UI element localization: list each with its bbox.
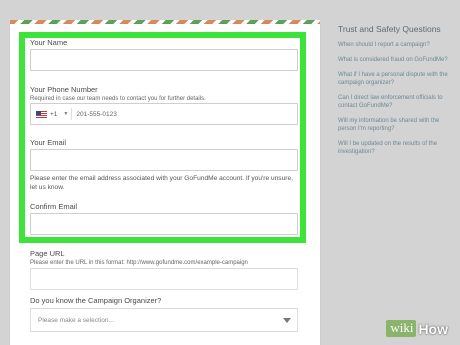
sidebar-title: Trust and Safety Questions: [338, 24, 441, 34]
organizer-label: Do you know the Campaign Organizer?: [30, 296, 162, 305]
dropdown-arrow-icon[interactable]: [283, 318, 291, 323]
sidebar-link-fraud[interactable]: What is considered fraud on GoFundMe?: [338, 56, 456, 64]
highlight-box: [19, 32, 306, 243]
watermark-how: How: [418, 320, 448, 337]
watermark-wiki: wiki: [386, 320, 417, 337]
organizer-select[interactable]: Please make a selection...: [30, 308, 298, 332]
organizer-select-value: Please make a selection...: [38, 316, 114, 324]
trust-safety-sidebar: Trust and Safety Questions When should I…: [338, 24, 456, 163]
page-url-help: Please enter the URL in this format: htt…: [30, 260, 248, 266]
sidebar-link-updates[interactable]: Will I be updated on the results of the …: [338, 140, 456, 156]
sidebar-link-report[interactable]: When should I report a campaign?: [338, 41, 456, 49]
sidebar-link-law-enforcement[interactable]: Can I direct law enforcement officials t…: [338, 94, 456, 110]
wikihow-watermark: wiki How: [386, 320, 448, 337]
page-url-input[interactable]: [30, 268, 298, 290]
sidebar-link-dispute[interactable]: What if I have a personal dispute with t…: [338, 71, 456, 87]
sidebar-link-shared-info[interactable]: Will my information be shared with the p…: [338, 117, 456, 133]
page-url-label: Page URL: [30, 249, 65, 258]
